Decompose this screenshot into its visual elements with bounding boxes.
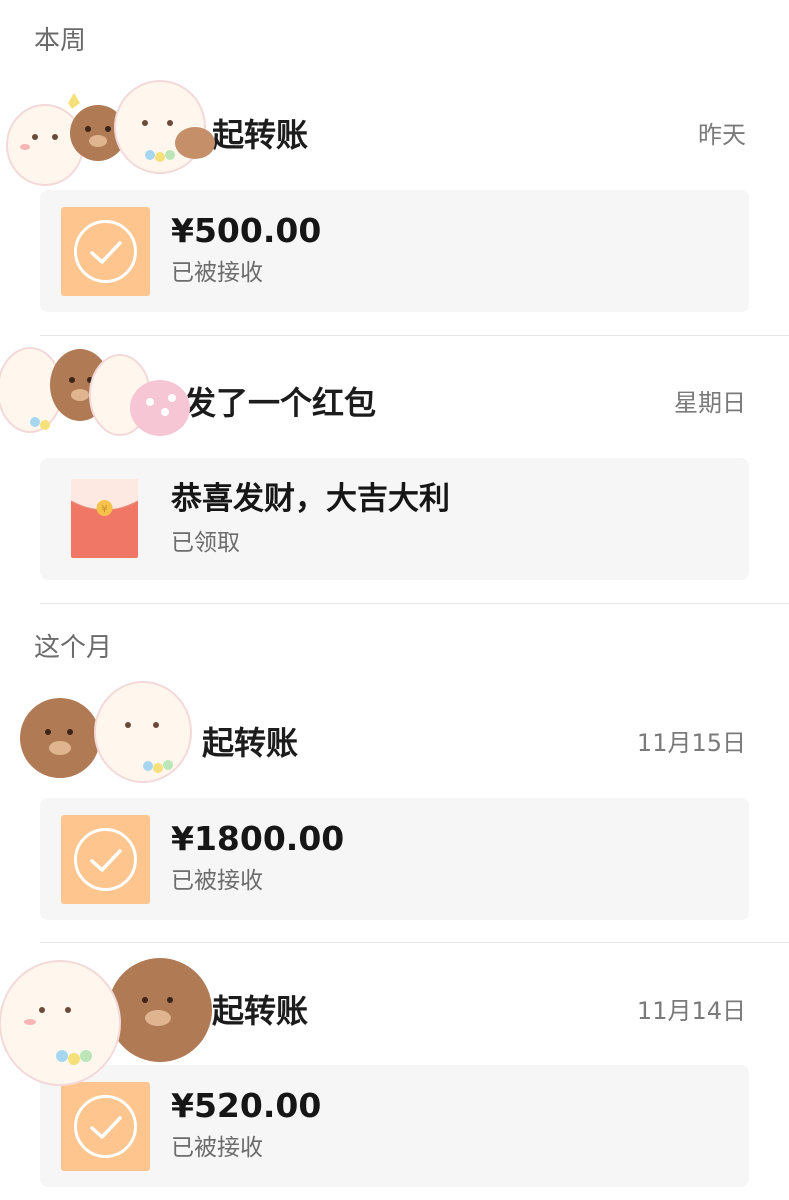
entry-date: 昨天 bbox=[698, 121, 746, 149]
entry-date: 11月14日 bbox=[636, 997, 746, 1025]
red-packet-status: 已领取 bbox=[171, 530, 240, 556]
section-label-this-week: 本周 bbox=[34, 26, 87, 56]
svg-text:¥: ¥ bbox=[101, 504, 107, 515]
red-packet-message: 恭喜发财，大吉大利 bbox=[171, 481, 450, 517]
section-label-this-month: 这个月 bbox=[34, 633, 113, 663]
red-packet-icon: ¥ bbox=[70, 479, 139, 558]
entry-title: 起转账 bbox=[212, 116, 309, 154]
transfer-amount: ¥1800.00 bbox=[171, 819, 345, 858]
sticker-icon bbox=[0, 958, 212, 1086]
check-circle-icon bbox=[61, 207, 150, 296]
entry-title: 起转账 bbox=[202, 724, 299, 762]
red-packet-card[interactable]: ¥ 恭喜发财，大吉大利 已领取 bbox=[40, 458, 749, 580]
transfer-card[interactable]: ¥500.00 已被接收 bbox=[40, 190, 749, 312]
check-circle-icon bbox=[61, 815, 150, 904]
transfer-status: 已被接收 bbox=[171, 260, 263, 286]
divider bbox=[40, 603, 789, 604]
check-circle-icon bbox=[61, 1082, 150, 1171]
transfer-amount: ¥500.00 bbox=[171, 211, 322, 250]
entry-date: 11月15日 bbox=[636, 729, 746, 757]
transfer-status: 已被接收 bbox=[171, 868, 263, 894]
sticker-icon bbox=[20, 681, 192, 783]
transfer-card[interactable]: ¥1800.00 已被接收 bbox=[40, 798, 749, 920]
divider bbox=[40, 335, 789, 336]
divider bbox=[40, 942, 789, 943]
entry-title: 起转账 bbox=[212, 992, 309, 1030]
entry-title: 发了一个红包 bbox=[184, 384, 377, 422]
transfer-status: 已被接收 bbox=[171, 1135, 263, 1161]
sticker-icon bbox=[0, 347, 190, 436]
sticker-icon bbox=[6, 80, 215, 186]
transfer-amount: ¥520.00 bbox=[171, 1086, 322, 1125]
entry-date: 星期日 bbox=[674, 389, 746, 417]
